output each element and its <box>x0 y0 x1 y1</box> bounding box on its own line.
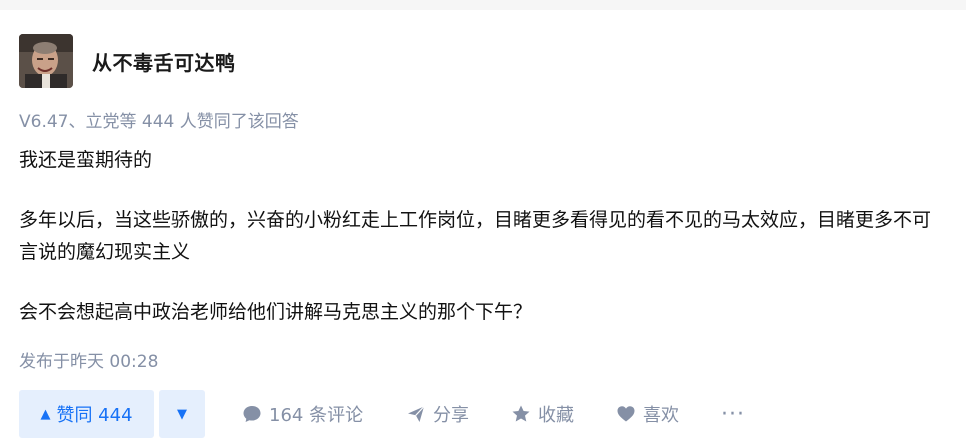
author-name[interactable]: 从不毒舌可达鸭 <box>92 47 236 76</box>
top-strip <box>0 0 966 10</box>
more-button[interactable]: ··· <box>721 390 745 438</box>
vote-up-button[interactable]: ▲ 赞同 444 <box>19 390 154 438</box>
vote-down-button[interactable]: ▼ <box>159 390 205 438</box>
share-label: 分享 <box>433 405 469 426</box>
share-icon <box>408 406 425 422</box>
publish-time[interactable]: 发布于昨天 00:28 <box>19 347 158 372</box>
triangle-down-icon: ▼ <box>177 406 187 422</box>
like-button[interactable]: 喜欢 <box>616 390 679 438</box>
comments-button[interactable]: 164 条评论 <box>242 390 363 438</box>
more-icon: ··· <box>721 401 745 427</box>
voters-summary[interactable]: V6.47、立党等 444 人赞同了该回答 <box>19 107 299 132</box>
action-bar: ▲ 赞同 444 ▼ 164 条评论 分享 收藏 喜欢 ··· <box>19 390 949 438</box>
content-paragraph: 会不会想起高中政治老师给他们讲解马克思主义的那个下午？ <box>19 301 533 323</box>
content-paragraph: 我还是蛮期待的 <box>19 149 153 171</box>
collect-label: 收藏 <box>538 405 574 426</box>
comment-icon <box>243 406 261 422</box>
star-icon <box>512 405 530 422</box>
share-button[interactable]: 分享 <box>406 390 469 438</box>
avatar[interactable] <box>19 34 73 88</box>
heart-icon <box>617 406 635 422</box>
collect-button[interactable]: 收藏 <box>511 390 574 438</box>
answer-content: 我还是蛮期待的 多年以后，当这些骄傲的，兴奋的小粉红走上工作岗位，目睹更多看得见… <box>19 144 949 328</box>
content-paragraph: 多年以后，当这些骄傲的，兴奋的小粉红走上工作岗位，目睹更多看得见的看不见的马太效… <box>19 209 932 263</box>
comments-label: 164 条评论 <box>269 405 364 426</box>
like-label: 喜欢 <box>643 405 679 426</box>
avatar-image <box>19 34 73 88</box>
vote-up-label: 赞同 444 <box>56 405 133 426</box>
triangle-up-icon: ▲ <box>40 406 51 422</box>
